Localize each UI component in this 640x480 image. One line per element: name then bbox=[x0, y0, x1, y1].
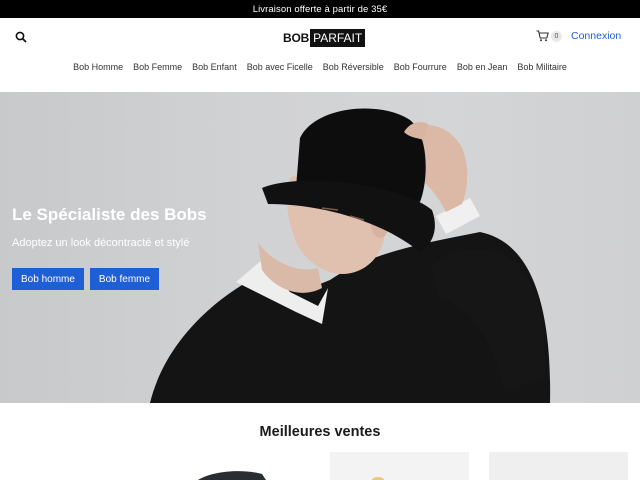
product-card[interactable] bbox=[489, 452, 628, 480]
nav-item-bob-en-jean[interactable]: Bob en Jean bbox=[457, 62, 508, 76]
nav-item-bob-reversible[interactable]: Bob Réversible bbox=[323, 62, 384, 76]
announcement-bar: Livraison offerte à partir de 35€ bbox=[0, 0, 640, 18]
product-card[interactable] bbox=[170, 452, 310, 480]
hero-subtitle: Adoptez un look décontracté et stylé bbox=[12, 237, 190, 249]
product-grid bbox=[0, 452, 640, 480]
nav-item-bob-militaire[interactable]: Bob Militaire bbox=[517, 62, 567, 76]
search-icon bbox=[15, 31, 27, 43]
nav-item-bob-femme[interactable]: Bob Femme bbox=[133, 62, 182, 76]
site-logo[interactable]: BOB PARFAIT bbox=[282, 29, 366, 47]
hero-buttons: Bob homme Bob femme bbox=[12, 268, 160, 290]
cart-count-badge: 0 bbox=[551, 30, 562, 42]
main-nav: Bob Homme Bob Femme Bob Enfant Bob avec … bbox=[0, 62, 640, 76]
nav-item-bob-fourrure[interactable]: Bob Fourrure bbox=[394, 62, 447, 76]
product-image bbox=[372, 477, 384, 480]
hero-banner: Le Spécialiste des Bobs Adoptez un look … bbox=[0, 92, 640, 403]
logo-part-1: BOB bbox=[283, 31, 310, 45]
cart-icon bbox=[536, 30, 549, 42]
nav-item-bob-enfant[interactable]: Bob Enfant bbox=[192, 62, 237, 76]
nav-item-bob-homme[interactable]: Bob Homme bbox=[73, 62, 123, 76]
product-card[interactable] bbox=[330, 452, 469, 480]
announcement-text: Livraison offerte à partir de 35€ bbox=[252, 3, 388, 15]
search-button[interactable] bbox=[14, 30, 28, 44]
cart-button[interactable]: 0 bbox=[536, 30, 562, 42]
nav-item-bob-avec-ficelle[interactable]: Bob avec Ficelle bbox=[247, 62, 313, 76]
logo-part-2: PARFAIT bbox=[310, 29, 366, 47]
site-header: BOB PARFAIT 0 Connexion bbox=[0, 18, 640, 58]
product-image bbox=[198, 471, 266, 480]
bob-homme-button[interactable]: Bob homme bbox=[12, 268, 84, 290]
section-title: Meilleures ventes bbox=[259, 424, 381, 440]
login-link[interactable]: Connexion bbox=[571, 30, 621, 42]
hero-title: Le Spécialiste des Bobs bbox=[12, 205, 207, 224]
bob-femme-button[interactable]: Bob femme bbox=[89, 268, 160, 290]
